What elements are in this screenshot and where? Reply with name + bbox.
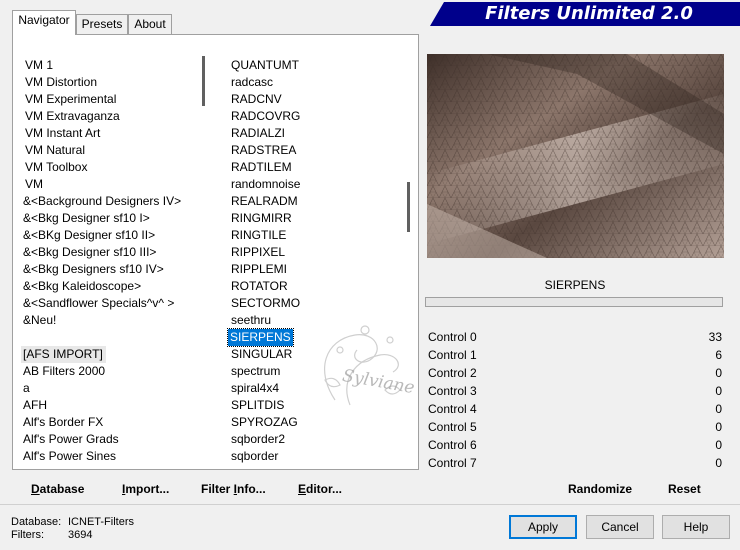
control-value[interactable]: 0 [690,384,722,399]
category-item[interactable]: &<Background Designers IV> [15,193,181,210]
filter-item[interactable]: RADIALZI [219,125,285,142]
category-item[interactable]: &<Bkg Kaleidoscope> [15,278,141,295]
filter-item[interactable]: RIPPIXEL [219,244,285,261]
control-label: Control 5 [428,420,477,434]
category-item[interactable]: VM Instant Art [15,125,100,142]
control-value[interactable]: 33 [690,330,722,345]
filter-item[interactable]: REALRADM [219,193,298,210]
filter-item[interactable]: SPLITDIS [219,397,284,414]
category-item[interactable]: AFH [15,397,47,414]
filter-item[interactable]: spectrum [219,363,280,380]
category-item[interactable]: VM Natural [15,142,85,159]
database-button[interactable]: Database [31,481,84,497]
category-item[interactable]: AB Filters 2000 [15,363,105,380]
tab-presets[interactable]: Presets [76,14,128,34]
filter-item[interactable]: RINGMIRR [219,210,292,227]
control-value[interactable]: 0 [690,402,722,417]
filter-item[interactable]: SECTORMO [219,295,300,312]
selected-filter-name: SIERPENS [544,278,606,292]
category-item[interactable]: a [15,380,30,397]
filter-item[interactable]: QUANTUMT [219,57,299,74]
progress-bar [425,297,723,307]
category-item[interactable]: &<Sandflower Specials^v^ > [15,295,174,312]
bottom-separator [0,504,740,505]
reset-button[interactable]: Reset [668,481,701,497]
filter-item[interactable]: RADCNV [219,91,282,108]
control-label: Control 1 [428,348,477,362]
category-scroll-thumb[interactable] [202,56,205,106]
category-item[interactable]: &<Bkg Designers sf10 IV> [15,261,164,278]
filter-item[interactable]: RADTILEM [219,159,292,176]
window-title: Filters Unlimited 2.0 [485,3,693,24]
filter-scroll-thumb[interactable] [407,182,410,232]
filter-item[interactable]: sqborder [219,448,278,465]
import-label-rest: ... [159,482,170,496]
filter-item[interactable]: randomnoise [219,176,300,193]
control-value[interactable]: 0 [690,366,722,381]
control-value[interactable]: 0 [690,456,722,471]
control-label: Control 4 [428,402,477,416]
category-item[interactable]: &Neu! [15,312,56,329]
filter-item[interactable]: radcasc [219,74,273,91]
category-item[interactable] [15,329,23,346]
category-list[interactable]: VM 1 VM Distortion VM Experimental VM Extra… [15,40,211,466]
category-item[interactable]: VM Extravaganza [15,108,120,125]
filter-item[interactable]: SPYROZAG [219,414,298,431]
filters-status-value: 3694 [68,529,93,541]
filter-item[interactable]: RINGTILE [219,227,286,244]
database-hotkey: D [31,482,40,496]
filter-info-label-rest: nfo... [237,482,266,496]
cancel-button[interactable]: Cancel [586,515,654,539]
control-label: Control 2 [428,366,477,380]
tab-about[interactable]: About [128,14,172,34]
filter-item[interactable]: SINGULAR [219,346,292,363]
filter-info-button[interactable]: Filter Info... [201,481,266,497]
control-value[interactable]: 0 [690,438,722,453]
filter-info-label-pre: Filter [201,482,234,496]
control-value[interactable]: 0 [690,420,722,435]
control-label: Control 0 [428,330,477,344]
control-label: Control 3 [428,384,477,398]
editor-button[interactable]: Editor... [298,481,342,497]
import-button[interactable]: Import... [122,481,169,497]
filter-item[interactable]: RADCOVRG [219,108,300,125]
control-value[interactable]: 6 [690,348,722,363]
filters-status-label: Filters: [11,529,44,541]
control-label: Control 7 [428,456,477,470]
editor-hotkey: E [298,482,307,496]
import-label-mid: mport [125,482,160,496]
filter-item[interactable]: sqborderbw [219,465,294,466]
filter-item[interactable]: sqborder2 [219,431,285,448]
filter-item[interactable]: seethru [219,312,271,329]
filter-item[interactable]: SIERPENS [227,328,294,347]
category-scrollbar[interactable] [196,40,213,466]
tab-navigator[interactable]: Navigator [12,10,76,35]
category-item[interactable]: VM Toolbox [15,159,87,176]
database-status-label: Database: [11,516,62,528]
category-item[interactable]: VM Distortion [15,74,97,91]
database-status-value: ICNET-Filters [68,516,134,528]
filter-item[interactable]: ROTATOR [219,278,288,295]
filter-item[interactable]: RADSTREA [219,142,296,159]
category-item[interactable]: VM Experimental [15,91,116,108]
category-item[interactable]: Alf's Power Toys [15,465,110,466]
editor-label-rest: ditor... [306,482,343,496]
control-label: Control 6 [428,438,477,452]
category-item[interactable]: Alf's Power Grads [15,431,119,448]
category-item[interactable]: Alf's Power Sines [15,448,116,465]
randomize-button[interactable]: Randomize [568,481,632,497]
category-item[interactable]: &<Bkg Designer sf10 III> [15,244,156,261]
category-item[interactable]: Alf's Border FX [15,414,103,431]
category-item[interactable]: VM 1 [15,57,53,74]
filter-item[interactable]: RIPPLEMI [219,261,287,278]
category-item[interactable]: VM [15,176,43,193]
category-item[interactable]: &<BKg Designer sf10 II> [15,227,155,244]
category-item[interactable]: &<Bkg Designer sf10 I> [15,210,150,227]
category-item[interactable]: [AFS IMPORT] [21,346,106,363]
apply-button[interactable]: Apply [509,515,577,539]
help-button[interactable]: Help [662,515,730,539]
database-label-rest: atabase [39,482,85,496]
filter-item[interactable]: spiral4x4 [219,380,279,397]
preview-image [427,54,724,258]
